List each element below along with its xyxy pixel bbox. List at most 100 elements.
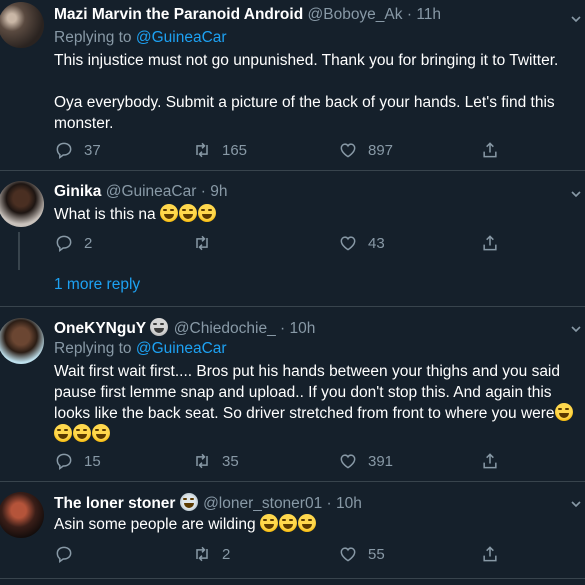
- tweet-text: Wait first wait first.... Bros put his h…: [54, 363, 565, 422]
- chevron-down-icon[interactable]: [571, 14, 581, 24]
- like-count: 43: [368, 234, 385, 252]
- display-name[interactable]: The loner stoner: [54, 495, 175, 512]
- tweet-actions: 2 43: [54, 233, 504, 255]
- share-button[interactable]: [480, 140, 510, 160]
- like-icon: [340, 454, 356, 469]
- more-replies-link[interactable]: 1 more reply: [54, 276, 140, 294]
- reply-count: 2: [84, 234, 93, 252]
- share-icon: [483, 453, 497, 469]
- tweet-text-wrap: Wait first wait first.... Bros put his h…: [54, 361, 579, 445]
- laughing-emoji-icon: [73, 424, 91, 442]
- replying-to: Replying to @GuineaCar: [54, 340, 227, 358]
- thread-line: [18, 232, 20, 270]
- retweet-count: 165: [222, 141, 248, 159]
- divider: [0, 481, 585, 482]
- laughing-emoji-icon: [554, 403, 573, 421]
- tweet-actions: 37 165 897: [54, 140, 504, 162]
- retweet-icon: [196, 546, 208, 562]
- tweet-text-wrap: What is this na: [54, 204, 579, 225]
- avatar[interactable]: [0, 2, 44, 48]
- timestamp[interactable]: 11h: [416, 6, 441, 23]
- share-icon: [483, 235, 497, 251]
- display-name[interactable]: Ginika: [54, 183, 101, 200]
- reply-button[interactable]: 37: [54, 140, 101, 160]
- like-button[interactable]: 43: [338, 233, 385, 253]
- replying-to-label: Replying to: [54, 340, 132, 357]
- retweet-button[interactable]: 35: [192, 451, 239, 471]
- like-button[interactable]: 391: [338, 451, 393, 471]
- reply-button[interactable]: 2: [54, 233, 92, 253]
- separator-dot: ·: [280, 320, 286, 337]
- reply-button[interactable]: [54, 544, 84, 564]
- display-name[interactable]: OneKYNguY: [54, 320, 146, 337]
- retweet-count: 35: [222, 452, 239, 470]
- tweet-header: Mazi Marvin the Paranoid Android @Boboye…: [54, 6, 441, 24]
- tweet-text: What is this na: [54, 206, 156, 223]
- laughing-emoji-icon: [259, 514, 278, 532]
- avatar[interactable]: [0, 318, 44, 364]
- smiley-emoji-icon: [150, 318, 169, 336]
- tweet-actions: 2 55: [54, 544, 504, 566]
- replying-to: Replying to @GuineaCar: [54, 29, 227, 47]
- laughing-emoji-icon: [278, 514, 297, 532]
- timestamp[interactable]: 10h: [336, 495, 362, 512]
- laughing-emoji-icon: [54, 424, 72, 442]
- retweet-icon: [196, 142, 208, 158]
- share-button[interactable]: [480, 544, 510, 564]
- user-handle[interactable]: @GuineaCar: [106, 183, 197, 200]
- share-button[interactable]: [480, 233, 510, 253]
- laughing-emoji-icon: [297, 514, 316, 532]
- like-count: 55: [368, 545, 385, 563]
- replying-to-label: Replying to: [54, 29, 132, 46]
- share-button[interactable]: [480, 451, 510, 471]
- tweet-text: This injustice must not go unpunished. T…: [54, 52, 559, 132]
- tweet-actions: 15 35 391: [54, 451, 504, 473]
- retweet-button[interactable]: 2: [192, 544, 230, 564]
- divider: [0, 578, 585, 579]
- avatar[interactable]: [0, 181, 44, 227]
- like-icon: [340, 143, 356, 158]
- replying-to-link[interactable]: @GuineaCar: [136, 340, 227, 357]
- like-icon: [340, 547, 356, 562]
- dashing-away-emoji-icon: [179, 493, 198, 511]
- reply-icon: [56, 453, 72, 470]
- chevron-down-icon[interactable]: [571, 499, 581, 509]
- timestamp[interactable]: 10h: [290, 320, 316, 337]
- avatar[interactable]: [0, 492, 44, 538]
- reply-button[interactable]: 15: [54, 451, 101, 471]
- retweet-button[interactable]: 165: [192, 140, 247, 160]
- separator-dot: ·: [326, 495, 332, 512]
- chevron-down-icon[interactable]: [571, 189, 581, 199]
- user-handle[interactable]: @Chiedochie_: [174, 320, 276, 337]
- like-count: 391: [368, 452, 394, 470]
- laughing-emoji-icon: [197, 204, 216, 222]
- tweet-text: Asin some people are wilding: [54, 516, 256, 533]
- like-button[interactable]: 897: [338, 140, 393, 160]
- timestamp[interactable]: 9h: [210, 183, 227, 200]
- retweet-button[interactable]: [192, 233, 222, 253]
- like-button[interactable]: 55: [338, 544, 385, 564]
- retweet-count: 2: [222, 545, 231, 563]
- tweet-header: Ginika @GuineaCar · 9h: [54, 183, 227, 201]
- display-name[interactable]: Mazi Marvin the Paranoid Android: [54, 6, 303, 23]
- reply-icon: [56, 235, 72, 252]
- replying-to-link[interactable]: @GuineaCar: [136, 29, 227, 46]
- user-handle[interactable]: @Boboye_Ak: [308, 6, 403, 23]
- reply-icon: [56, 546, 72, 563]
- chevron-down-icon[interactable]: [571, 324, 581, 334]
- share-icon: [483, 142, 497, 158]
- divider: [0, 170, 585, 171]
- reply-count: 37: [84, 141, 101, 159]
- laughing-emoji-icon: [178, 204, 197, 222]
- user-handle[interactable]: @loner_stoner01: [203, 495, 322, 512]
- share-icon: [483, 546, 497, 562]
- retweet-icon: [196, 453, 208, 469]
- reply-count: 15: [84, 452, 101, 470]
- like-count: 897: [368, 141, 394, 159]
- tweet-header: The loner stoner @loner_stoner01 · 10h: [54, 493, 362, 513]
- separator-dot: ·: [200, 183, 206, 200]
- tweet-header: OneKYNguY @Chiedochie_ · 10h: [54, 318, 315, 338]
- like-icon: [340, 236, 356, 251]
- laughing-emoji-icon: [92, 424, 110, 442]
- separator-dot: ·: [406, 6, 412, 23]
